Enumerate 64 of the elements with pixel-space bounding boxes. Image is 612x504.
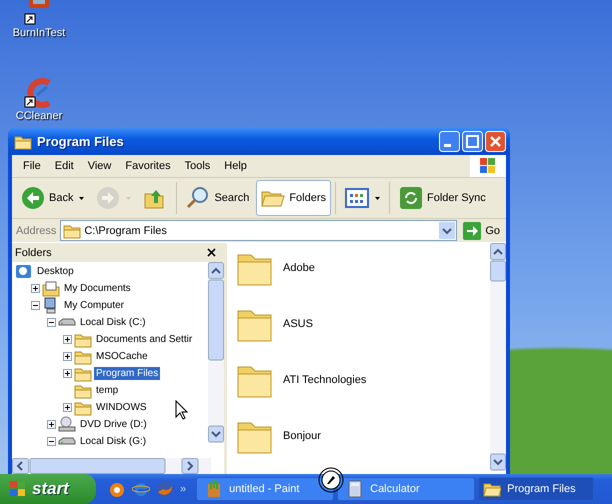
start-button[interactable]: start [0,474,96,504]
views-icon [345,186,370,210]
tree-item[interactable]: DVD Drive (D:) [78,418,149,431]
menu-item[interactable]: Help [217,160,254,172]
expand-icon[interactable] [47,420,56,429]
window-title: Program Files [37,134,125,149]
documents-icon [42,280,60,297]
desktop-icon-label[interactable]: BurnInTest [12,27,66,39]
taskbar-button[interactable]: untitled - Paint [196,477,334,501]
dropdown-caret-icon [79,196,84,200]
tree-item[interactable]: WINDOWS [94,401,149,414]
folder-name[interactable]: Adobe [283,262,315,274]
taskbar-button[interactable]: Program Files [478,477,594,501]
menu-item[interactable]: View [80,160,118,172]
expand-icon[interactable] [63,352,72,361]
back-icon [21,186,45,210]
desktop-icon-label[interactable]: CCleaner [16,110,62,122]
folder-name[interactable]: ASUS [283,318,313,330]
disc-drive-icon [58,416,76,433]
taskbar-button[interactable]: Calculator [337,477,476,501]
menu-item[interactable]: File [16,160,48,172]
tree-item[interactable]: temp [94,384,120,397]
ball-icon[interactable] [108,480,126,498]
tree-item[interactable]: Program Files [94,367,160,380]
collapse-icon[interactable] [47,437,56,446]
browser-icon[interactable] [132,480,150,498]
collapse-icon[interactable] [47,318,56,327]
folder-name[interactable]: ATI Technologies [283,374,366,386]
go-button[interactable]: Go [461,222,502,240]
mouse-pointer-icon [175,400,188,420]
sync-icon [399,186,424,210]
tree-item[interactable]: MSOCache [94,350,150,363]
calculator-icon [346,480,364,498]
folders-button[interactable]: Folders [256,180,332,216]
expand-icon[interactable] [31,284,40,293]
menu-item[interactable]: Favorites [118,160,178,172]
close-icon[interactable] [207,248,216,257]
menu-item[interactable]: Edit [48,160,81,172]
tree-item[interactable]: Desktop [35,265,76,278]
windows-logo-icon [8,480,28,498]
tree-item[interactable]: Local Disk (C:) [78,316,148,329]
tree-item[interactable]: Local Disk (G:) [78,435,148,448]
search-button[interactable]: Search [181,180,254,216]
minimize-icon[interactable] [439,131,460,152]
forward-icon [96,186,120,210]
windows-logo-icon [478,157,498,175]
maximize-icon[interactable] [462,131,483,152]
tree-item[interactable]: Documents and Settir [94,333,194,346]
tree-item[interactable]: My Computer [62,299,126,312]
dropdown-caret-icon [375,196,380,200]
folder-name[interactable]: Bonjour [283,430,321,442]
expand-icon[interactable] [63,335,72,344]
address-field[interactable]: C:\Program Files [60,220,458,241]
pane-title: Folders [15,246,52,258]
more-button[interactable]: » [180,483,186,495]
expand-icon[interactable] [63,403,72,412]
collapse-icon[interactable] [31,301,40,310]
menu-item[interactable]: Tools [178,160,218,172]
tree-item[interactable]: My Documents [62,282,133,295]
sync-button[interactable]: Folder Sync [394,180,491,216]
search-icon [186,186,210,210]
expand-icon[interactable] [63,369,72,378]
address-label: Address [16,224,56,236]
back-button[interactable]: Back [16,180,90,216]
